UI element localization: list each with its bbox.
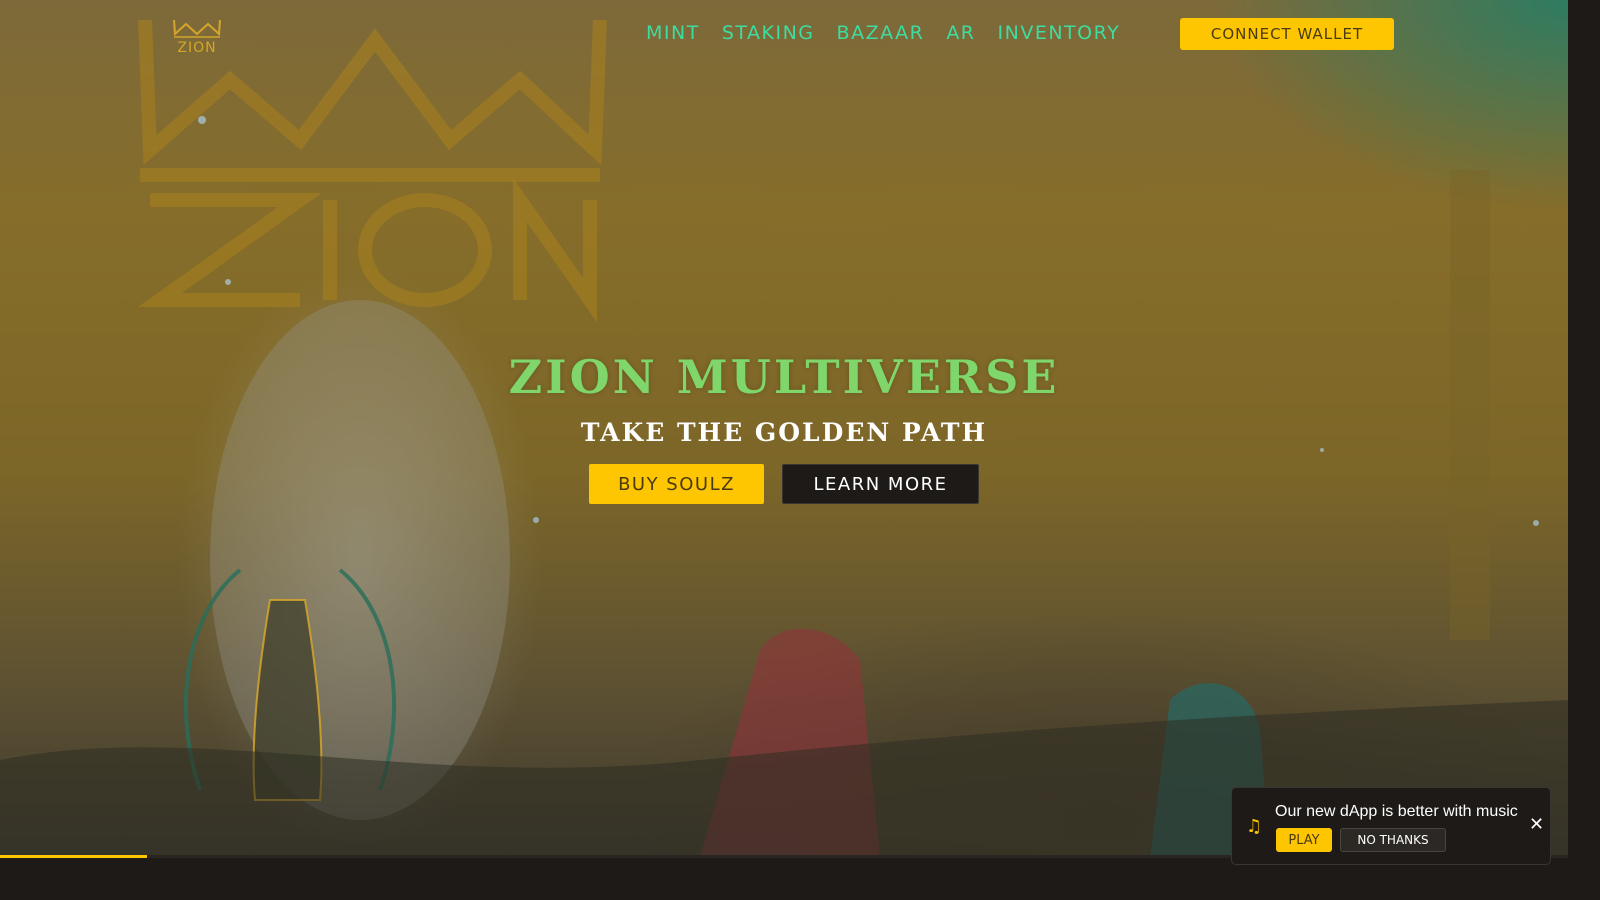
- top-navbar: ZION MINT STAKING BAZAAR AR INVENTORY CO…: [0, 0, 1568, 70]
- learn-more-button[interactable]: LEARN MORE: [782, 464, 979, 504]
- crown-icon: ZION: [173, 19, 221, 56]
- play-music-button[interactable]: PLAY: [1276, 828, 1332, 852]
- nav-item-inventory[interactable]: INVENTORY: [998, 22, 1121, 44]
- buy-soulz-button[interactable]: BUY SOULZ: [589, 464, 764, 504]
- logo-text: ZION: [177, 40, 216, 56]
- page: ZION MINT STAKING BAZAAR AR INVENTORY CO…: [0, 0, 1568, 882]
- toast-message: Our new dApp is better with music: [1275, 803, 1518, 820]
- music-note-icon: ♫: [1246, 816, 1263, 837]
- connect-wallet-button[interactable]: CONNECT WALLET: [1180, 18, 1394, 50]
- hero-cta-row: BUY SOULZ LEARN MORE: [589, 464, 979, 504]
- close-icon[interactable]: ✕: [1529, 816, 1544, 834]
- nav-item-bazaar[interactable]: BAZAAR: [837, 22, 925, 44]
- hero-title: ZION MULTIVERSE: [508, 350, 1060, 404]
- zion-logo[interactable]: ZION: [172, 16, 222, 56]
- main-nav: MINT STAKING BAZAAR AR INVENTORY: [646, 22, 1120, 44]
- no-thanks-button[interactable]: NO THANKS: [1340, 828, 1446, 852]
- nav-item-mint[interactable]: MINT: [646, 22, 700, 44]
- music-prompt-toast: ♫ Our new dApp is better with music PLAY…: [1231, 787, 1551, 865]
- hero-subtitle: TAKE THE GOLDEN PATH: [580, 418, 988, 447]
- nav-item-ar[interactable]: AR: [946, 22, 975, 44]
- nav-item-staking[interactable]: STAKING: [722, 22, 815, 44]
